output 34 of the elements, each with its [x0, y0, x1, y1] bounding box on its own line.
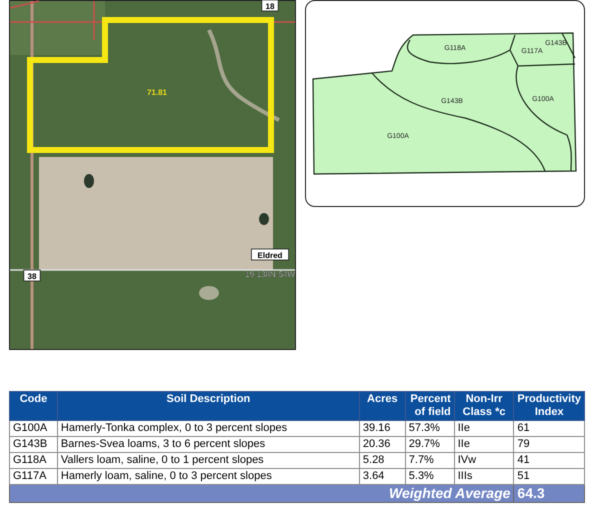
wet-spot [199, 286, 219, 300]
table-cell: 57.3% [405, 420, 454, 436]
table-cell: IVw [454, 452, 514, 468]
map-label: 18 [261, 0, 279, 12]
column-header: Acres [359, 392, 406, 420]
section-label: 19-138N-54W [245, 270, 295, 279]
table-cell: G143B [10, 436, 58, 452]
table-cell: 5.28 [359, 452, 406, 468]
column-header: Non-Irr Class *c [454, 392, 514, 420]
column-header: Percent of field [405, 392, 454, 420]
pond [259, 213, 269, 225]
table-cell: IIe [454, 436, 514, 452]
acreage-label: 71.81 [146, 88, 168, 97]
table-cell: 20.36 [359, 436, 406, 452]
table-cell: 39.16 [359, 420, 406, 436]
table-cell: 79 [514, 436, 584, 452]
weighted-average-label: Weighted Average [10, 484, 514, 502]
map-label: Eldred [251, 248, 289, 260]
table-cell: 7.7% [405, 452, 454, 468]
column-header: Soil Description [57, 392, 360, 420]
table-cell: 41 [514, 452, 584, 468]
column-header: Productivity Index [514, 392, 584, 420]
table-cell: G100A [10, 420, 58, 436]
table-cell: Hamerly-Tonka complex, 0 to 3 percent slopes [57, 420, 360, 436]
weighted-average-value: 64.3 [514, 484, 584, 502]
map-label: 38 [23, 270, 41, 282]
table-cell: Vallers loam, saline, 0 to 1 percent slopes [57, 452, 360, 468]
table-cell: G118A [10, 452, 58, 468]
column-header: Code [10, 392, 58, 420]
table-cell: 61 [514, 420, 584, 436]
table-cell: Barnes-Svea loams, 3 to 6 percent slopes [57, 436, 360, 452]
table-cell: IIe [454, 420, 514, 436]
table-cell: 29.7% [405, 436, 454, 452]
pond [84, 174, 94, 188]
